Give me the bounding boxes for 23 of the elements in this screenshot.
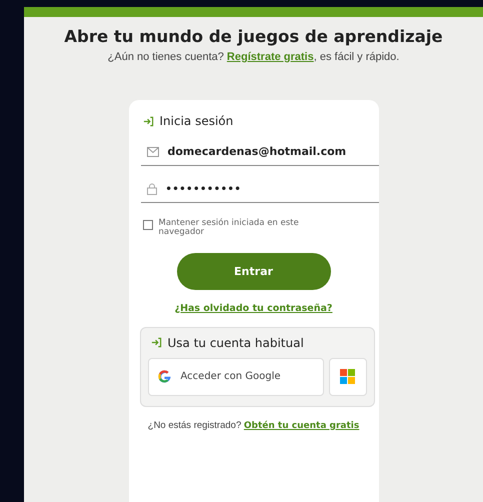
password-field[interactable]: ••••••••••• (140, 179, 378, 203)
register-link[interactable]: Regístrate gratis (226, 51, 314, 63)
login-icon (150, 337, 162, 348)
microsoft-button[interactable] (328, 358, 366, 396)
lock-icon (146, 183, 156, 195)
social-title: Usa tu cuenta habitual (168, 336, 304, 350)
register-prompt: ¿No estás registrado? Obtén tu cuenta gratis (146, 420, 360, 431)
login-button[interactable]: Entrar (176, 252, 330, 290)
remember-checkbox[interactable] (142, 220, 152, 230)
signup-prompt: ¿Aún no tienes cuenta? Regístrate gratis, es fácil y rápido. (108, 51, 400, 63)
forgot-password-link[interactable]: ¿Has olvidado tu contraseña? (174, 302, 332, 314)
login-icon (142, 116, 154, 126)
remember-label: Mantener sesión iniciada en este navegador (158, 219, 300, 238)
envelope-icon (146, 146, 158, 156)
page-heading: Abre tu mundo de juegos de aprendizaje (64, 27, 443, 46)
login-title: Inicia sesión (160, 114, 234, 128)
microsoft-icon (340, 369, 355, 384)
google-icon (156, 369, 172, 384)
google-button[interactable]: Acceder con Google (148, 358, 324, 396)
email-value: domecardenas@hotmail.com (168, 145, 348, 158)
get-account-link[interactable]: Obtén tu cuenta gratis (244, 420, 360, 431)
password-value: ••••••••••• (166, 184, 242, 194)
email-field[interactable]: domecardenas@hotmail.com (140, 141, 378, 166)
